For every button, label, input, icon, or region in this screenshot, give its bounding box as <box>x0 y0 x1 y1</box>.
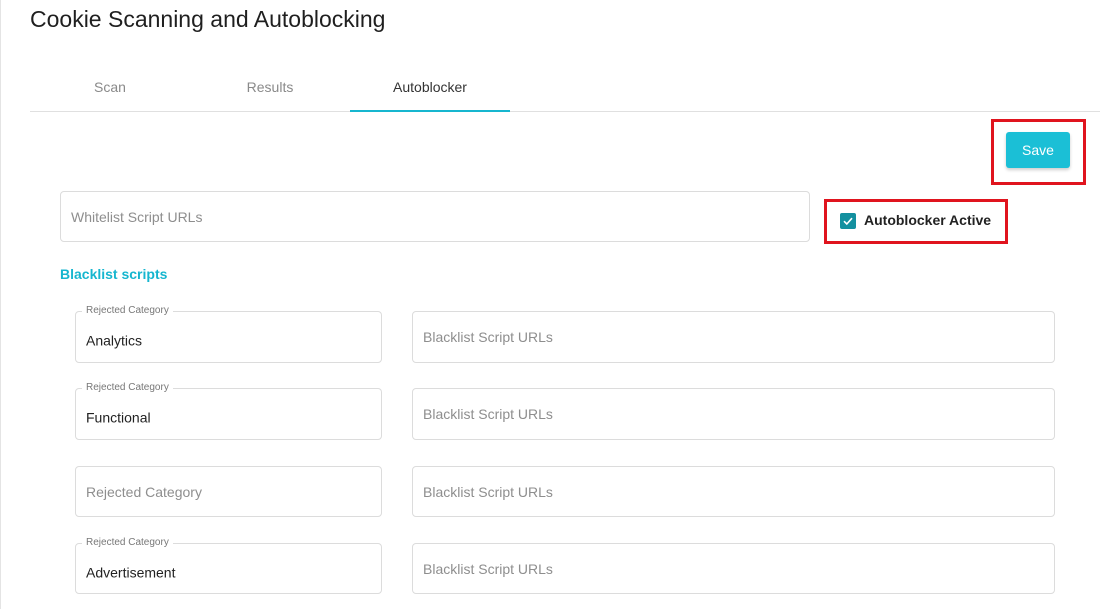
rejected-category-label: Rejected Category <box>82 382 173 394</box>
rejected-category-select[interactable]: Rejected Category Advertisement <box>75 537 382 594</box>
tab-results[interactable]: Results <box>190 70 350 111</box>
blacklist-script-urls-input[interactable]: Blacklist Script URLs <box>412 543 1055 594</box>
blacklist-urls-placeholder: Blacklist Script URLs <box>423 406 553 422</box>
blacklist-script-urls-input[interactable]: Blacklist Script URLs <box>412 311 1055 363</box>
whitelist-placeholder: Whitelist Script URLs <box>71 208 203 225</box>
blacklist-urls-placeholder: Blacklist Script URLs <box>423 483 553 500</box>
rejected-category-value: Analytics <box>86 332 143 349</box>
blacklist-urls-placeholder: Blacklist Script URLs <box>423 560 553 577</box>
tab-scan[interactable]: Scan <box>30 70 190 111</box>
autoblocker-highlight-box: Autoblocker Active <box>824 199 1008 244</box>
rejected-category-select[interactable]: Rejected Category Analytics <box>75 305 382 363</box>
rejected-category-label: Rejected Category <box>82 537 173 549</box>
save-button[interactable]: Save <box>1006 132 1070 168</box>
blacklist-script-urls-input[interactable]: Blacklist Script URLs <box>412 466 1055 517</box>
rejected-category-select[interactable]: Rejected Category <box>75 466 382 517</box>
blacklist-urls-placeholder: Blacklist Script URLs <box>423 329 553 345</box>
tab-autoblocker[interactable]: Autoblocker <box>350 70 510 112</box>
rejected-category-value: Functional <box>86 409 151 426</box>
rejected-category-placeholder: Rejected Category <box>86 483 202 500</box>
autoblocker-active-label: Autoblocker Active <box>864 212 992 228</box>
tab-bar: Scan Results Autoblocker <box>30 70 1100 112</box>
rejected-category-select[interactable]: Rejected Category Functional <box>75 382 382 440</box>
rejected-category-label: Rejected Category <box>82 305 173 317</box>
blacklist-scripts-heading: Blacklist scripts <box>60 266 168 282</box>
blacklist-script-urls-input[interactable]: Blacklist Script URLs <box>412 388 1055 440</box>
checkmark-icon <box>843 217 853 226</box>
rejected-category-value: Advertisement <box>86 564 176 581</box>
autoblocker-active-checkbox[interactable] <box>840 213 856 229</box>
page-title: Cookie Scanning and Autoblocking <box>30 6 386 32</box>
save-highlight-box: Save <box>991 119 1086 185</box>
whitelist-script-urls-input[interactable]: Whitelist Script URLs <box>60 191 810 242</box>
